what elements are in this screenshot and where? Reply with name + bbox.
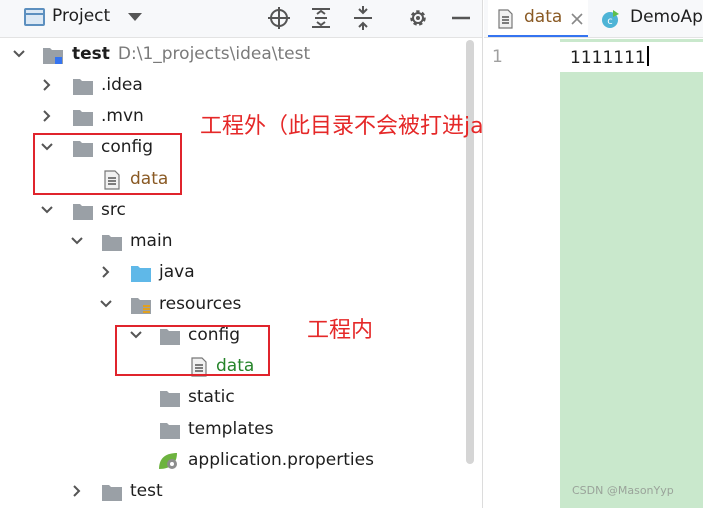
tree-row-main[interactable]: main bbox=[0, 226, 482, 257]
tree-label: config bbox=[188, 325, 241, 345]
spring-properties-icon bbox=[157, 451, 179, 471]
chevron-right-icon[interactable] bbox=[99, 265, 113, 279]
tree-row-application-properties[interactable]: application.properties bbox=[0, 445, 482, 476]
tree-label: resources bbox=[159, 294, 242, 314]
project-toolbar: Project bbox=[0, 0, 482, 38]
tree-label: data bbox=[216, 356, 255, 376]
minimize-icon[interactable] bbox=[448, 5, 474, 31]
tree-row-test-root[interactable]: test D:\1_projects\idea\test bbox=[0, 39, 482, 70]
close-icon[interactable] bbox=[570, 11, 584, 25]
project-view-title[interactable]: Project bbox=[52, 6, 110, 26]
source-folder-icon bbox=[130, 263, 152, 283]
tree-row-data-inner[interactable]: data bbox=[0, 351, 482, 382]
project-panel: Project test D:\1_projects\idea\test .ide… bbox=[0, 0, 483, 508]
folder-icon bbox=[159, 388, 181, 408]
module-folder-icon bbox=[42, 45, 64, 65]
tab-label: DemoAp bbox=[630, 7, 703, 27]
tree-label: config bbox=[101, 137, 154, 157]
chevron-down-icon[interactable] bbox=[40, 140, 54, 154]
folder-icon bbox=[101, 482, 123, 502]
folder-icon bbox=[159, 420, 181, 440]
editor-gutter: 1 bbox=[484, 39, 560, 508]
folder-icon bbox=[72, 201, 94, 221]
code-line[interactable]: 1111111 bbox=[570, 46, 649, 68]
editor-panel: data c DemoAp 1 1111111 bbox=[484, 0, 703, 508]
tree-label: static bbox=[188, 387, 235, 407]
tab-demoapp[interactable]: c DemoAp bbox=[592, 0, 703, 37]
tree-label: data bbox=[130, 169, 169, 189]
folder-icon bbox=[72, 107, 94, 127]
folder-icon bbox=[72, 76, 94, 96]
gear-icon[interactable] bbox=[405, 5, 431, 31]
watermark: CSDN @MasonYyp bbox=[572, 484, 674, 497]
code-area[interactable]: 1111111 bbox=[560, 39, 703, 508]
folder-icon bbox=[72, 138, 94, 158]
tree-label: src bbox=[101, 200, 126, 220]
chevron-down-icon[interactable] bbox=[40, 203, 54, 217]
chevron-right-icon[interactable] bbox=[40, 109, 54, 123]
chevron-down-icon[interactable] bbox=[129, 328, 143, 342]
collapse-all-icon[interactable] bbox=[350, 5, 376, 31]
chevron-down-icon[interactable] bbox=[128, 13, 142, 21]
chevron-down-icon[interactable] bbox=[70, 234, 84, 248]
project-view-icon bbox=[24, 8, 45, 26]
chevron-right-icon[interactable] bbox=[70, 484, 84, 498]
class-icon: c bbox=[600, 9, 619, 29]
vertical-scrollbar[interactable] bbox=[466, 40, 474, 464]
text-file-icon bbox=[496, 9, 514, 29]
tree-row-templates[interactable]: templates bbox=[0, 414, 482, 445]
tree-label: application.properties bbox=[188, 450, 374, 470]
annotation-inside-project: 工程内 bbox=[307, 318, 374, 343]
tree-row-java[interactable]: java bbox=[0, 257, 482, 288]
locate-target-icon[interactable] bbox=[266, 5, 292, 31]
svg-text:c: c bbox=[607, 16, 613, 27]
text-caret bbox=[646, 46, 649, 66]
tree-label: test D:\1_projects\idea\test bbox=[72, 44, 310, 64]
tab-label: data bbox=[524, 7, 563, 27]
tree-label: test bbox=[130, 481, 163, 501]
folder-icon bbox=[159, 326, 181, 346]
chevron-right-icon[interactable] bbox=[40, 78, 54, 92]
tree-row-data-outer[interactable]: data bbox=[0, 164, 482, 195]
resources-folder-icon bbox=[130, 295, 152, 315]
tree-label: java bbox=[159, 262, 195, 282]
tree-label: templates bbox=[188, 419, 274, 439]
project-path: D:\1_projects\idea\test bbox=[117, 44, 311, 64]
editor-tab-bar: data c DemoAp bbox=[484, 0, 703, 38]
tree-row-static[interactable]: static bbox=[0, 382, 482, 413]
tree-row-config-inner[interactable]: config bbox=[0, 320, 482, 351]
code-line-text: 1111111 bbox=[570, 48, 646, 68]
tree-label-text: test bbox=[72, 44, 110, 64]
chevron-down-icon[interactable] bbox=[12, 47, 26, 61]
tree-label: .idea bbox=[101, 75, 143, 95]
text-file-icon bbox=[101, 170, 123, 190]
tree-row-resources[interactable]: resources bbox=[0, 289, 482, 320]
chevron-down-icon[interactable] bbox=[99, 297, 113, 311]
annotation-outside-project: 工程外（此目录不会被打进jar包） bbox=[200, 114, 483, 139]
tree-row-idea[interactable]: .idea bbox=[0, 70, 482, 101]
line-number: 1 bbox=[492, 47, 503, 67]
tree-row-src[interactable]: src bbox=[0, 195, 482, 226]
text-file-icon bbox=[188, 357, 210, 377]
expand-all-icon[interactable] bbox=[308, 5, 334, 31]
tree-row-test[interactable]: test bbox=[0, 476, 482, 507]
tab-data[interactable]: data bbox=[488, 0, 588, 37]
tree-label: main bbox=[130, 231, 173, 251]
tree-label: .mvn bbox=[101, 106, 144, 126]
folder-icon bbox=[101, 232, 123, 252]
